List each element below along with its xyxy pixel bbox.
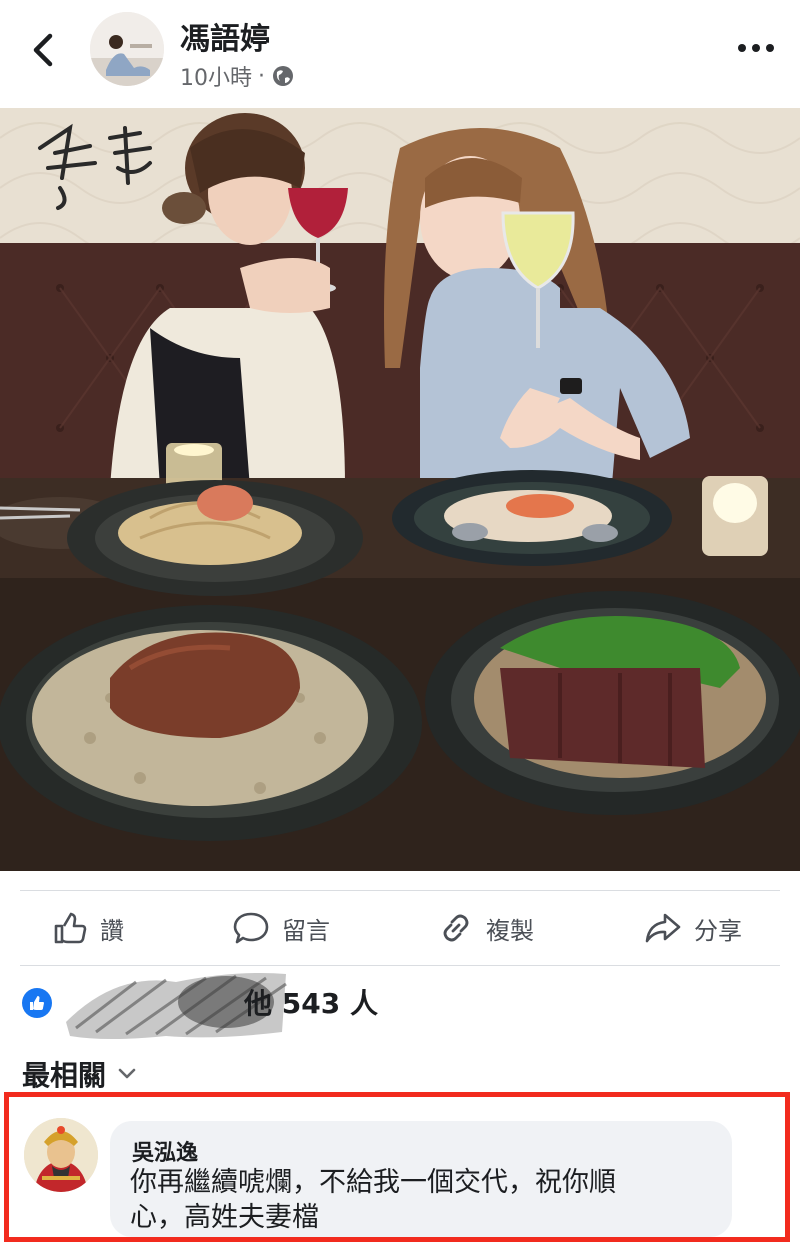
meta-separator: ·	[258, 63, 265, 89]
comment-icon	[233, 912, 269, 944]
page-avatar[interactable]	[90, 12, 164, 86]
post-photo[interactable]	[0, 108, 800, 871]
comment-sort-dropdown[interactable]: 最相關	[22, 1054, 136, 1094]
comment-button[interactable]: 留言	[232, 891, 330, 965]
like-button[interactable]: 讚	[52, 891, 124, 965]
comment-bubble: 吳泓逸 你再繼續唬爛，不給我一個交代，祝你順 心，高姓夫妻檔	[110, 1121, 732, 1237]
back-button[interactable]	[26, 30, 62, 70]
page-name[interactable]: 馮語婷	[180, 14, 270, 58]
candle-right	[702, 476, 768, 556]
dish-risotto	[0, 605, 422, 841]
share-label: 分享	[694, 916, 742, 945]
dish-pasta	[67, 480, 363, 596]
commenter-avatar[interactable]	[24, 1118, 98, 1192]
like-icon	[22, 988, 52, 1018]
copy-link-button[interactable]: 複製	[438, 891, 534, 965]
chevron-left-icon	[33, 33, 53, 67]
sort-label: 最相關	[22, 1059, 107, 1092]
comment-text: 你再繼續唬爛，不給我一個交代，祝你順 心，高姓夫妻檔	[130, 1165, 720, 1235]
link-icon	[443, 914, 469, 942]
share-icon	[645, 913, 681, 943]
more-options-button[interactable]	[734, 36, 778, 60]
reaction-count[interactable]: 他 543 人	[244, 982, 378, 1022]
comment-line-1: 你再繼續唬爛，不給我一個交代，祝你順	[130, 1167, 616, 1198]
reactions-summary[interactable]: 他 543 人	[22, 973, 582, 1039]
share-button[interactable]: 分享	[644, 891, 742, 965]
comment-line-2: 心，高姓夫妻檔	[130, 1202, 319, 1233]
chevron-down-icon	[118, 1068, 136, 1079]
post-action-bar: 讚 留言 複製 分享	[20, 890, 780, 966]
comment-label: 留言	[282, 916, 330, 945]
like-label: 讚	[100, 916, 124, 945]
copy-label: 複製	[486, 916, 534, 945]
ellipsis-icon	[738, 44, 774, 52]
thumbs-up-icon	[54, 912, 87, 944]
globe-icon	[273, 66, 293, 86]
commenter-name[interactable]: 吳泓逸	[132, 1135, 198, 1167]
dish-seafood	[392, 470, 672, 566]
post-time[interactable]: 10小時	[180, 60, 252, 92]
post-meta: 10小時 ·	[180, 60, 295, 92]
post-header: 馮語婷 10小時 ·	[0, 0, 800, 108]
dish-steak	[425, 591, 800, 815]
